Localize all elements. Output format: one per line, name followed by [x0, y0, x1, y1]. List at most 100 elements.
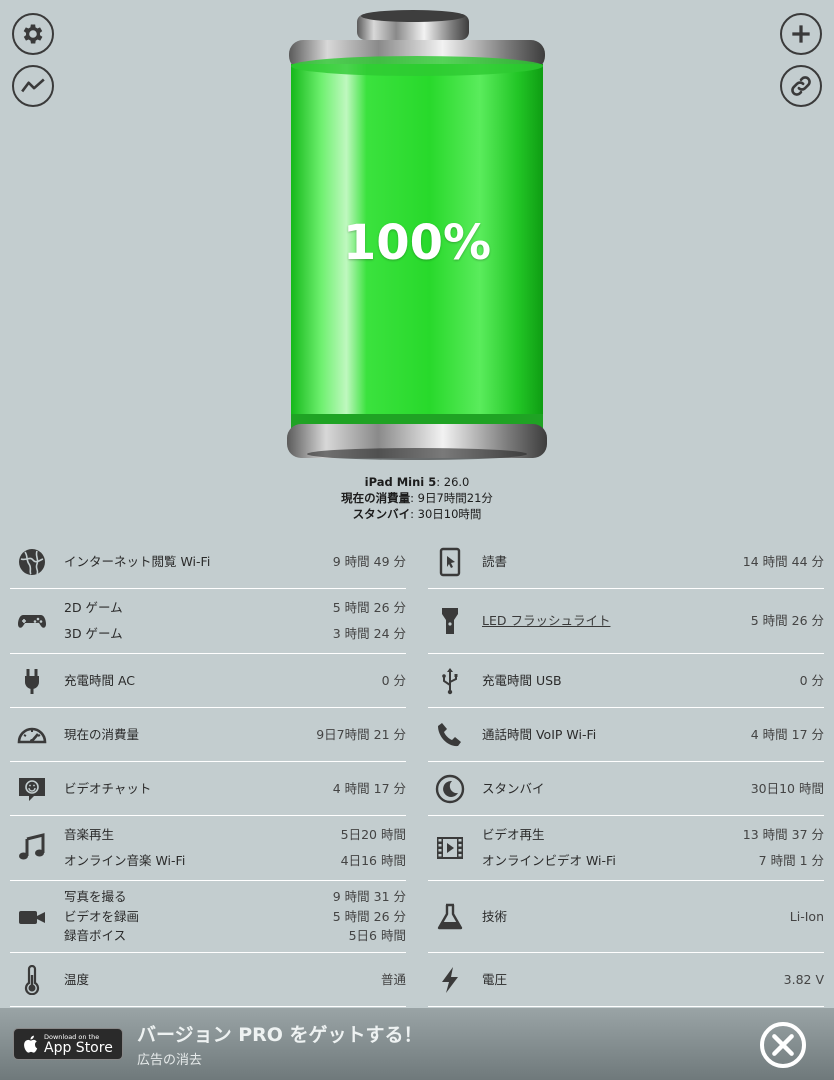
device-info: iPad Mini 5: 26.0 現在の消費量: 9日7時間21分 スタンバイ…	[0, 474, 834, 522]
stat-value: 3 時間 24 分	[332, 626, 406, 641]
gear-icon	[23, 24, 43, 44]
stat-row-games[interactable]: 2D ゲーム 5 時間 26 分 3D ゲーム 3 時間 24 分	[10, 589, 406, 654]
stat-row-charge-ac[interactable]: 充電時間 AC 0 分	[10, 654, 406, 708]
stat-label: ビデオ再生	[482, 827, 545, 842]
music-note-icon	[19, 833, 45, 860]
usb-icon	[442, 667, 458, 694]
line-graph-icon	[21, 78, 45, 93]
stat-row-voltage[interactable]: 電圧 3.82 V	[428, 953, 824, 1007]
stat-value: 0 分	[799, 672, 824, 688]
stat-value: 9日7時間 21 分	[316, 726, 406, 742]
add-button[interactable]	[780, 13, 822, 55]
stat-label: 温度	[64, 971, 90, 987]
stat-label: 音楽再生	[64, 827, 115, 842]
stat-row-reading[interactable]: 読書 14 時間 44 分	[428, 536, 824, 589]
stat-value: 9 時間 31 分	[332, 889, 406, 905]
stat-value: 13 時間 37 分	[742, 827, 824, 842]
stat-row-standby[interactable]: スタンバイ 30日10 時間	[428, 762, 824, 816]
ad-banner[interactable]: Download on the App Store バージョン PRO をゲット…	[0, 1008, 834, 1080]
lightning-icon	[442, 966, 458, 993]
stat-label: 2D ゲーム	[64, 600, 123, 615]
thermometer-icon	[24, 964, 40, 995]
stat-value: 5 時間 26 分	[332, 600, 406, 615]
stat-value: 5日6 時間	[348, 928, 406, 944]
phone-icon	[438, 722, 461, 746]
stat-value: 30日10 時間	[750, 780, 824, 796]
stat-label: 充電時間 AC	[64, 672, 136, 688]
plug-icon	[25, 668, 39, 694]
stat-value: 5 時間 26 分	[750, 613, 824, 628]
stat-label: 技術	[482, 908, 508, 924]
stat-value: 7 時間 1 分	[758, 853, 824, 868]
speedometer-icon	[17, 727, 47, 743]
globe-icon	[19, 549, 45, 575]
stat-row-flashlight[interactable]: LED フラッシュライト 5 時間 26 分	[428, 589, 824, 654]
ad-subtitle[interactable]: 広告の消去	[137, 1049, 423, 1068]
video-camera-icon	[19, 910, 45, 924]
flashlight-icon	[442, 608, 458, 634]
stat-label: 録音ボイス	[64, 928, 127, 944]
apple-icon	[24, 1035, 38, 1053]
stat-row-temperature[interactable]: 温度 普通	[10, 953, 406, 1007]
flask-icon	[437, 903, 463, 929]
stat-value: 3.82 V	[783, 971, 824, 987]
film-icon	[437, 837, 463, 859]
stat-label: オンライン音楽 Wi-Fi	[64, 853, 186, 868]
standby-value: : 30日10時間	[410, 507, 482, 521]
stat-label: オンラインビデオ Wi-Fi	[482, 853, 616, 868]
stat-value: 14 時間 44 分	[742, 554, 824, 569]
stat-row-music[interactable]: 音楽再生 5日20 時間 オンライン音楽 Wi-Fi 4日16 時間	[10, 816, 406, 881]
stat-row-video-playback[interactable]: ビデオ再生 13 時間 37 分 オンラインビデオ Wi-Fi 7 時間 1 分	[428, 816, 824, 881]
stat-label: 写真を撮る	[64, 889, 127, 905]
standby-label: スタンバイ	[352, 507, 411, 521]
stat-row-camera[interactable]: 写真を撮る 9 時間 31 分 ビデオを録画 5 時間 26 分 録音ボイス 5日6 …	[10, 881, 406, 953]
battery-graphic: 100%	[285, 10, 549, 462]
tablet-icon	[439, 547, 461, 577]
stat-value: 5日20 時間	[340, 827, 406, 842]
left-stats-column: インターネット閲覧 Wi-Fi 9 時間 49 分 2D ゲーム 5 時間 26 分…	[10, 536, 406, 1007]
led-flashlight-link[interactable]: LED フラッシュライト	[482, 608, 610, 634]
stat-label: 現在の消費量	[64, 726, 140, 742]
stat-row-current-usage[interactable]: 現在の消費量 9日7時間 21 分	[10, 708, 406, 762]
store-big-text: App Store	[44, 1039, 113, 1056]
stat-row-voip[interactable]: 通話時間 VoIP Wi-Fi 4 時間 17 分	[428, 708, 824, 762]
moon-icon	[435, 774, 465, 803]
device-version: : 26.0	[436, 475, 470, 489]
battery-percentage: 100%	[342, 215, 492, 271]
stat-label: ビデオチャット	[64, 780, 152, 796]
history-graph-button[interactable]	[12, 65, 54, 107]
stat-value: 5 時間 26 分	[332, 908, 406, 924]
stat-label: スタンバイ	[482, 780, 545, 796]
video-chat-icon	[19, 777, 45, 801]
stat-label: 読書	[482, 554, 508, 569]
device-name: iPad Mini 5	[364, 475, 437, 489]
app-store-badge[interactable]: Download on the App Store	[13, 1028, 123, 1060]
close-ad-button[interactable]	[760, 1022, 806, 1068]
stat-value: 0 分	[381, 672, 406, 688]
stat-row-video-chat[interactable]: ビデオチャット 4 時間 17 分	[10, 762, 406, 816]
stat-value: 4 時間 17 分	[332, 780, 406, 796]
plus-icon	[792, 25, 810, 43]
stat-value: 普通	[380, 971, 406, 987]
settings-button[interactable]	[12, 13, 54, 55]
stat-row-technology[interactable]: 技術 Li-Ion	[428, 881, 824, 953]
close-icon	[772, 1034, 794, 1056]
stat-label: 電圧	[482, 971, 508, 987]
right-stats-column: 読書 14 時間 44 分 LED フラッシュライト 5 時間 26 分 充電時間 …	[428, 536, 824, 1007]
stat-value: 4日16 時間	[340, 853, 406, 868]
ad-title[interactable]: バージョン PRO をゲットする！	[137, 1020, 423, 1047]
stat-label: 充電時間 USB	[482, 672, 562, 688]
gamepad-icon	[18, 615, 46, 628]
usage-value: : 9日7時間21分	[410, 491, 493, 505]
stat-label: インターネット閲覧 Wi-Fi	[64, 554, 211, 569]
stat-row-internet[interactable]: インターネット閲覧 Wi-Fi 9 時間 49 分	[10, 536, 406, 589]
usage-label: 現在の消費量	[341, 491, 411, 505]
stat-value: 4 時間 17 分	[750, 726, 824, 742]
link-icon	[791, 76, 811, 96]
stat-label: 通話時間 VoIP Wi-Fi	[482, 726, 597, 742]
stat-row-charge-usb[interactable]: 充電時間 USB 0 分	[428, 654, 824, 708]
link-button[interactable]	[780, 65, 822, 107]
stat-label: ビデオを録画	[64, 908, 140, 924]
stat-value: 9 時間 49 分	[332, 554, 406, 569]
stat-value: Li-Ion	[789, 908, 824, 924]
